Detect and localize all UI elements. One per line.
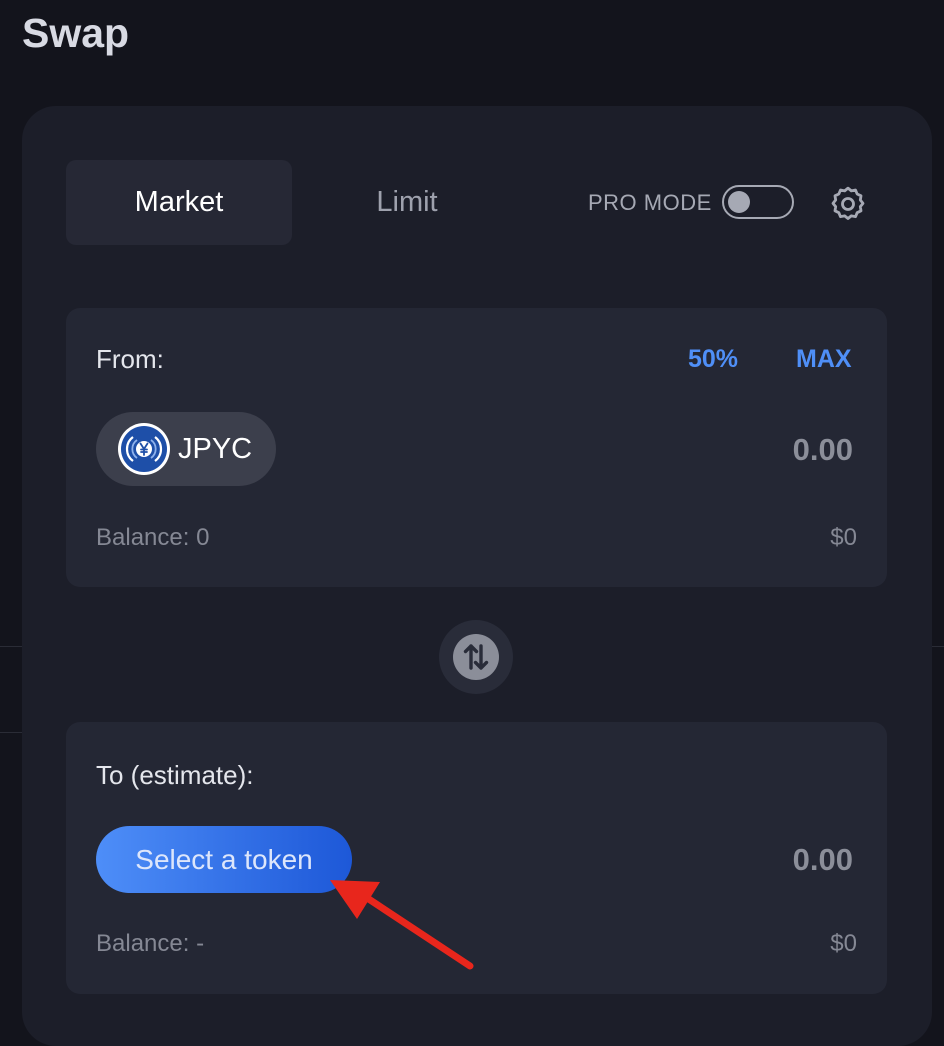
background-line	[0, 732, 22, 733]
to-balance: Balance: -	[96, 930, 205, 957]
background-line	[0, 646, 22, 647]
to-amount[interactable]: 0.00	[653, 842, 853, 878]
from-token-symbol: JPYC	[178, 432, 253, 465]
from-panel: From: 50% MAX JPYC 0.00 Balance: 0 $0	[66, 308, 887, 587]
from-usd-value: $0	[830, 524, 857, 551]
max-button[interactable]: MAX	[796, 345, 852, 374]
switch-direction-button[interactable]	[439, 620, 513, 694]
to-panel: To (estimate): Select a token 0.00 Balan…	[66, 722, 887, 994]
from-amount[interactable]: 0.00	[653, 432, 853, 468]
fifty-percent-button[interactable]: 50%	[688, 345, 738, 374]
from-label: From:	[96, 344, 164, 374]
yen-coin-icon	[118, 423, 170, 475]
tab-market[interactable]: Market	[66, 160, 292, 245]
gear-icon[interactable]	[828, 184, 868, 224]
swap-arrows-icon	[463, 644, 489, 670]
background-line	[932, 646, 944, 647]
from-balance: Balance: 0	[96, 524, 210, 551]
pro-mode-toggle[interactable]	[722, 185, 794, 219]
from-token-selector[interactable]: JPYC	[96, 412, 276, 486]
toggle-knob	[728, 191, 750, 213]
to-label: To (estimate):	[96, 760, 254, 790]
pro-mode-label: PRO MODE	[588, 190, 712, 215]
swap-card: Market Limit PRO MODE From: 50% MAX JPYC	[22, 106, 932, 1046]
to-usd-value: $0	[830, 930, 857, 957]
page-title: Swap	[22, 10, 130, 56]
tab-limit[interactable]: Limit	[294, 160, 520, 245]
select-token-button[interactable]: Select a token	[96, 826, 352, 893]
